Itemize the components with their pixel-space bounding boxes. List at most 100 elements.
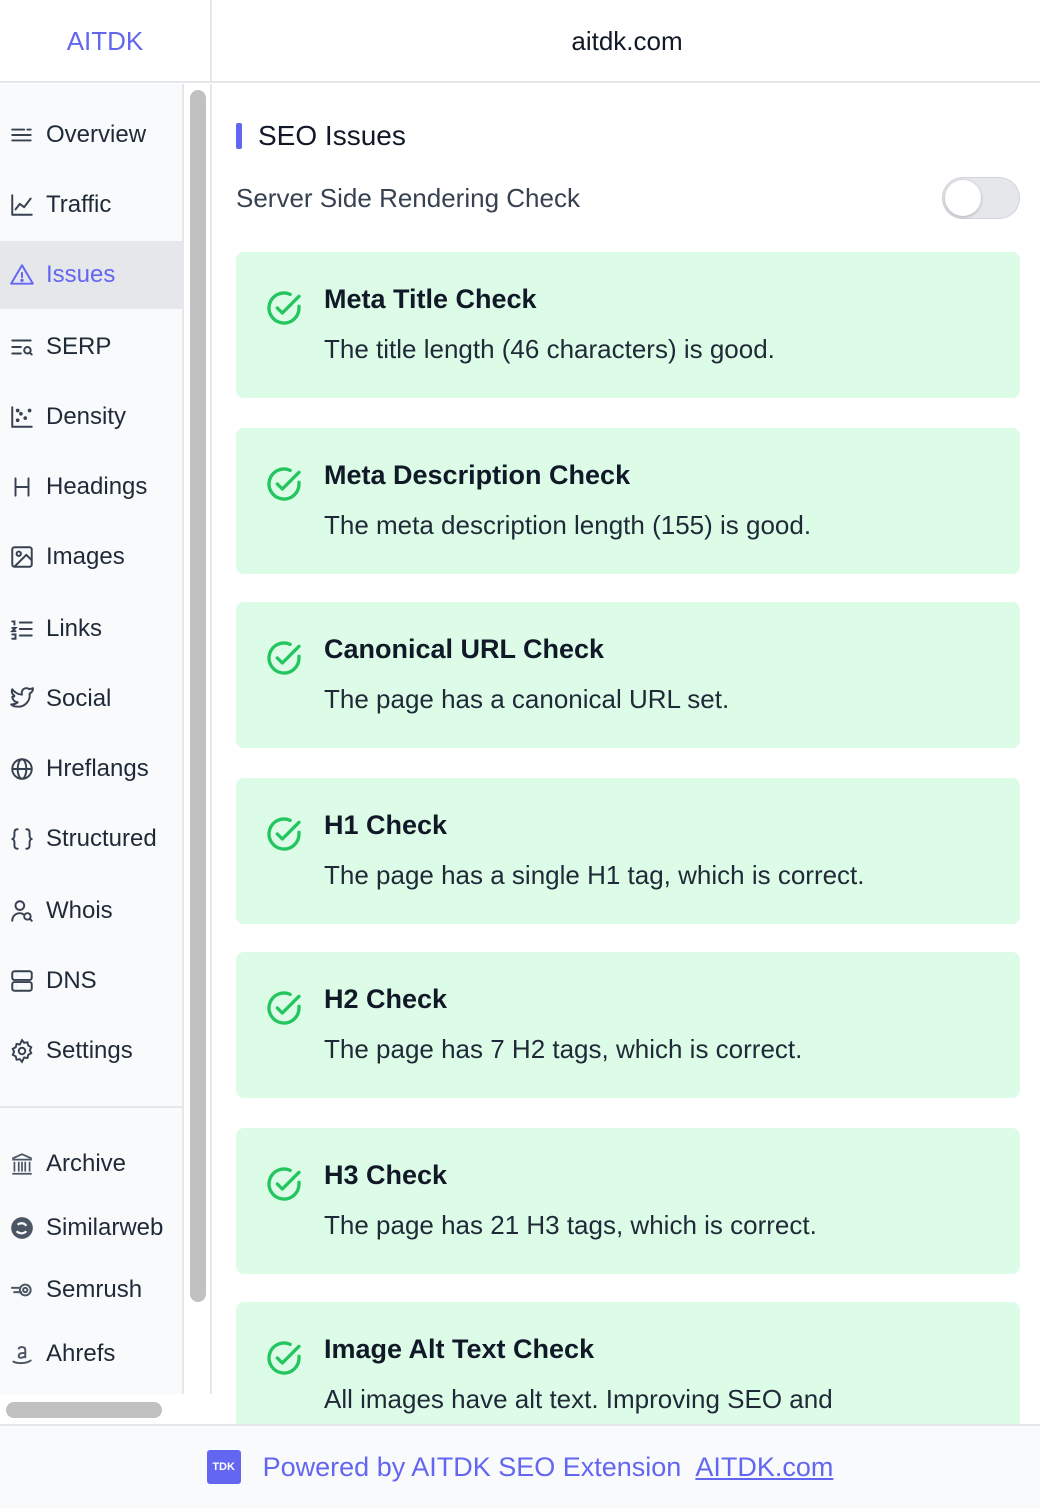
sidebar-item-label: Headings [46, 473, 148, 500]
sidebar: Overview Traffic Issues SERP Density Hea… [0, 84, 184, 1394]
check-title: Canonical URL Check [324, 634, 605, 664]
main-content: SEO Issues Server Side Rendering Check M… [214, 84, 1040, 1424]
amazon-a-icon [8, 1340, 36, 1368]
sidebar-item-label: Traffic [46, 191, 112, 218]
check-title: H1 Check [324, 810, 448, 840]
image-icon [8, 543, 36, 571]
traffic-chart-icon [8, 191, 36, 219]
powered-by-text: Powered by AITDK SEO Extension [262, 1451, 682, 1482]
sidebar-item-label: Ahrefs [46, 1340, 116, 1367]
check-description: All images have alt text. Improving SEO … [324, 1384, 833, 1414]
check-circle-icon [267, 467, 301, 501]
sidebar-item-label: Issues [46, 261, 116, 288]
sidebar-item-structured[interactable]: Structured [0, 805, 182, 873]
sidebar-item-label: Hreflangs [46, 755, 149, 782]
sidebar-item-label: SERP [46, 333, 112, 360]
check-circle-icon [267, 291, 301, 325]
sidebar-item-label: Social [46, 685, 112, 712]
sidebar-item-traffic[interactable]: Traffic [0, 171, 182, 239]
sidebar-item-overview[interactable]: Overview [0, 101, 182, 169]
user-search-icon [8, 897, 36, 925]
check-title: Meta Description Check [324, 460, 631, 490]
check-title: H2 Check [324, 984, 448, 1014]
sidebar-item-label: Settings [46, 1037, 133, 1064]
tdk-logo: TDK [206, 1450, 241, 1484]
check-circle-icon [267, 817, 301, 851]
check-description: The meta description length (155) is goo… [324, 510, 812, 540]
sidebar-item-similarweb[interactable]: Similarweb [0, 1194, 182, 1262]
scatter-plot-icon [8, 403, 36, 431]
check-circle-icon [267, 1341, 301, 1375]
check-title: Meta Title Check [324, 284, 537, 314]
check-card: Meta Description Check The meta descripti… [236, 428, 1020, 574]
sidebar-item-density[interactable]: Density [0, 383, 182, 451]
section-title-text: SEO Issues [258, 120, 406, 151]
sidebar-item-social[interactable]: Social [0, 665, 182, 733]
ssr-check-row: Server Side Rendering Check [236, 177, 1020, 219]
check-card: H2 Check The page has 7 H2 tags, which is… [236, 952, 1020, 1098]
semrush-icon [8, 1276, 36, 1304]
sidebar-item-label: Overview [46, 121, 147, 148]
sidebar-item-label: Structured [46, 825, 157, 852]
toggle-knob [945, 180, 981, 216]
page-domain: aitdk.com [571, 26, 683, 56]
horizontal-scrollbar[interactable] [6, 1402, 162, 1418]
check-card: H1 Check The page has a single H1 tag, wh… [236, 778, 1020, 924]
sidebar-item-label: Semrush [46, 1276, 143, 1303]
overview-icon [8, 121, 36, 149]
sidebar-item-label: Whois [46, 897, 113, 924]
sidebar-item-label: Density [46, 403, 127, 430]
check-card: Canonical URL Check The page has a canoni… [236, 602, 1020, 748]
serp-search-icon [8, 333, 36, 361]
sidebar-item-images[interactable]: Images [0, 523, 182, 591]
list-ordered-icon [8, 615, 36, 643]
sidebar-item-semrush[interactable]: Semrush [0, 1256, 182, 1324]
sidebar-item-label: Images [46, 543, 125, 570]
sidebar-item-label: Links [46, 615, 103, 642]
check-title: H3 Check [324, 1160, 448, 1190]
warning-triangle-icon [8, 261, 36, 289]
sidebar-item-issues[interactable]: Issues [0, 241, 182, 309]
check-title: Image Alt Text Check [324, 1334, 595, 1364]
check-description: The page has 21 H3 tags, which is correc… [324, 1210, 817, 1240]
check-description: The title length (46 characters) is good… [324, 334, 775, 364]
sidebar-item-label: Similarweb [46, 1214, 164, 1241]
vertical-scrollbar[interactable] [190, 90, 206, 1302]
ssr-toggle[interactable] [942, 177, 1020, 219]
sidebar-item-dns[interactable]: DNS [0, 947, 182, 1015]
check-circle-icon [267, 641, 301, 675]
check-card: Image Alt Text Check All images have alt … [236, 1302, 1020, 1424]
sidebar-item-label: DNS [46, 967, 97, 994]
server-icon [8, 967, 36, 995]
archive-building-icon [8, 1150, 36, 1178]
sidebar-item-headings[interactable]: Headings [0, 453, 182, 521]
check-circle-icon [267, 991, 301, 1025]
ssr-label: Server Side Rendering Check [236, 182, 580, 213]
sidebar-divider [0, 1106, 182, 1108]
sidebar-item-label: Archive [46, 1150, 127, 1177]
aitdk-link[interactable]: AITDK.com [695, 1452, 833, 1483]
check-description: The page has 7 H2 tags, which is correct… [324, 1034, 803, 1064]
section-title: SEO Issues [236, 120, 406, 152]
check-card: H3 Check The page has 21 H3 tags, which i… [236, 1128, 1020, 1274]
brand-logo[interactable]: AITDK [0, 0, 212, 83]
heading-h-icon [8, 473, 36, 501]
title-accent-bar [236, 123, 242, 149]
curly-braces-icon [8, 825, 36, 853]
gear-icon [8, 1037, 36, 1065]
sidebar-item-ahrefs[interactable]: Ahrefs [0, 1320, 182, 1388]
sidebar-item-hreflangs[interactable]: Hreflangs [0, 735, 182, 803]
check-card: Meta Title Check The title length (46 cha… [236, 252, 1020, 398]
globe-icon [8, 755, 36, 783]
check-description: The page has a single H1 tag, which is c… [324, 860, 865, 890]
sidebar-item-links[interactable]: Links [0, 595, 182, 663]
sidebar-item-archive[interactable]: Archive [0, 1130, 182, 1198]
sidebar-item-serp[interactable]: SERP [0, 313, 182, 381]
check-circle-icon [267, 1167, 301, 1201]
twitter-bird-icon [8, 685, 36, 713]
check-description: The page has a canonical URL set. [324, 684, 730, 714]
footer: TDK Powered by AITDK SEO Extension AITDK… [0, 1424, 1040, 1508]
header: AITDK aitdk.com [0, 0, 1040, 83]
sidebar-item-whois[interactable]: Whois [0, 877, 182, 945]
sidebar-item-settings[interactable]: Settings [0, 1017, 182, 1085]
